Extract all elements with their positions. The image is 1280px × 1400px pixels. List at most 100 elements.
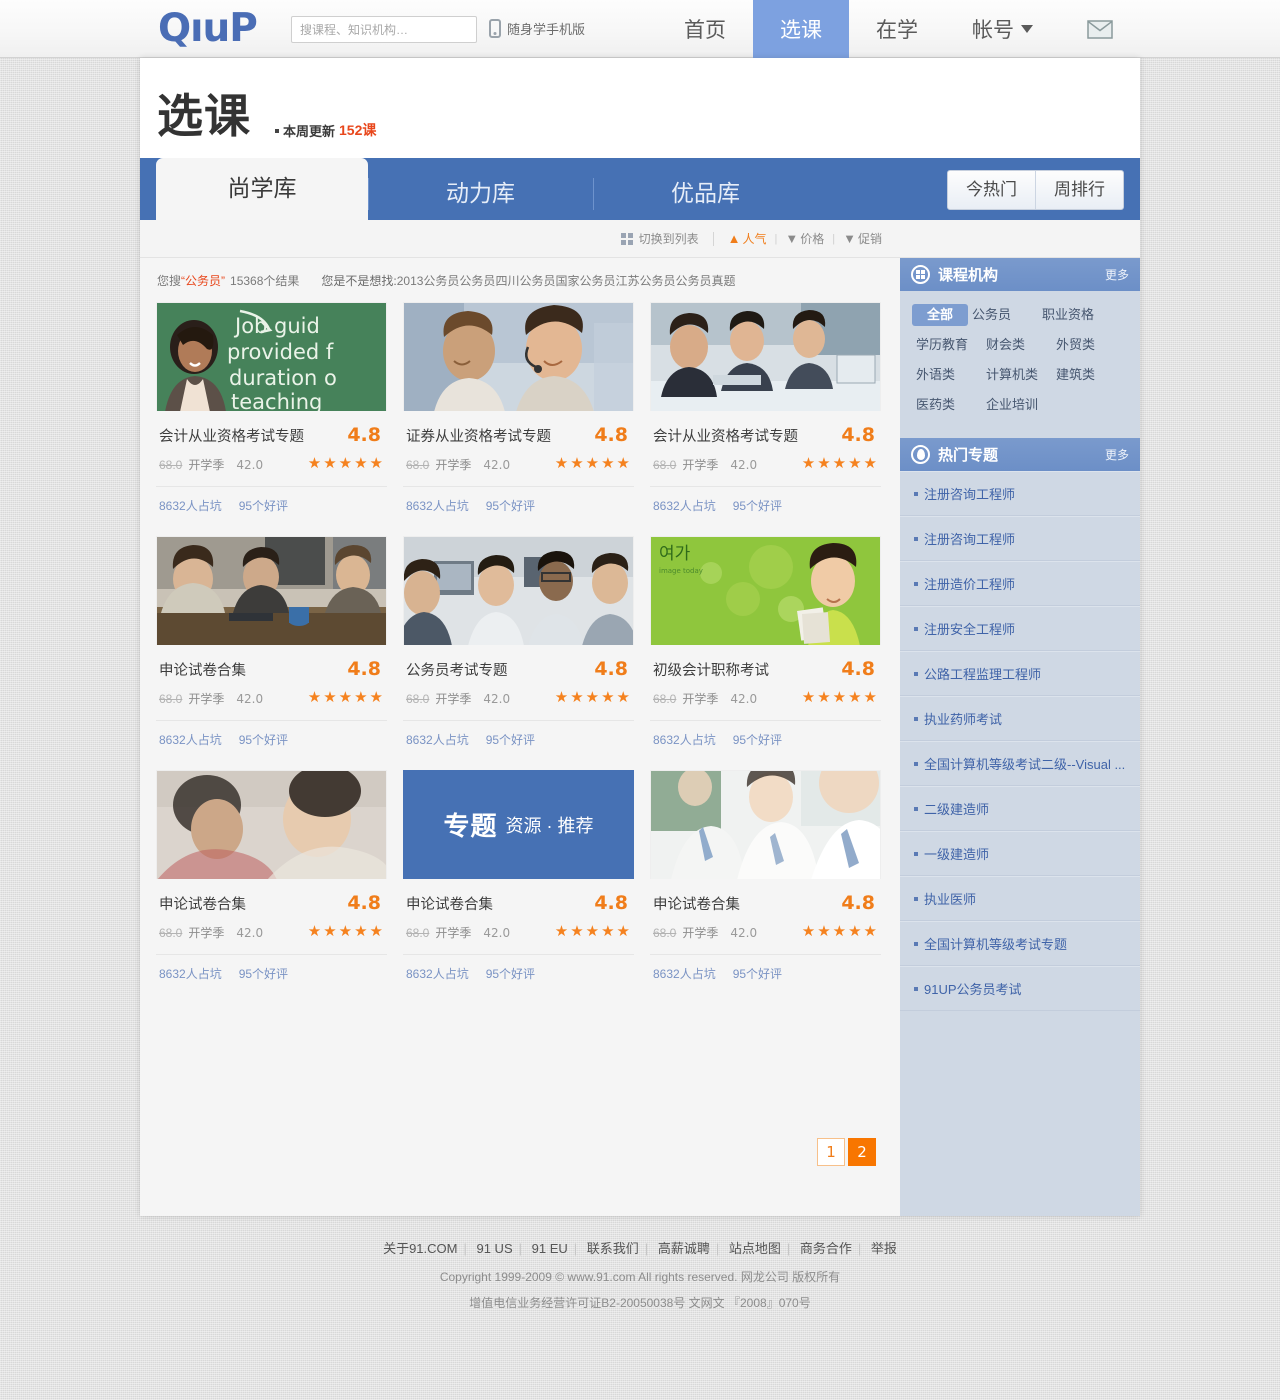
course-card[interactable]: 公务员考试专题 4.8 68.0 开学季 42.0 ★★★★★ 8632人占坑 … [403, 536, 634, 748]
sort-by-promotion[interactable]: ▼ 促销 [843, 230, 882, 247]
category-foreign-trade[interactable]: 外贸类 [1052, 334, 1122, 356]
course-review-count[interactable]: 95个好评 [486, 965, 535, 982]
course-thumbnail-office-computers[interactable] [650, 302, 881, 411]
category-medicine[interactable]: 医药类 [912, 394, 982, 416]
list-item[interactable]: 注册咨询工程师 [900, 471, 1140, 516]
tab-shangxueku[interactable]: 尚学库 [156, 158, 368, 220]
footer-link-business[interactable]: 商务合作 [800, 1241, 852, 1256]
promo-banner[interactable]: 专题 资源 · 推荐 [403, 770, 634, 879]
course-card[interactable]: 申论试卷合集 4.8 68.0 开学季 42.0 ★★★★★ 8632人占坑 9… [156, 536, 387, 748]
list-item[interactable]: 执业医师 [900, 876, 1140, 921]
course-title[interactable]: 初级会计职称考试 [653, 659, 769, 680]
category-civil-servant[interactable]: 公务员 [968, 304, 1038, 326]
course-review-count[interactable]: 95个好评 [239, 731, 288, 748]
course-enrolled-count[interactable]: 8632人占坑 [406, 731, 469, 748]
course-thumbnail-headset-students[interactable] [403, 302, 634, 411]
nav-item-account[interactable]: 帐号 [945, 0, 1060, 58]
course-title[interactable]: 证券从业资格考试专题 [406, 425, 551, 446]
suggestion-link-3[interactable]: 国家公务员 [555, 272, 615, 289]
course-title[interactable]: 公务员考试专题 [406, 659, 508, 680]
list-item[interactable]: 一级建造师 [900, 831, 1140, 876]
course-review-count[interactable]: 95个好评 [733, 497, 782, 514]
suggestion-link-1[interactable]: 2013公务员公务员 [397, 272, 496, 289]
category-vocational[interactable]: 职业资格 [1038, 304, 1108, 326]
course-review-count[interactable]: 95个好评 [486, 497, 535, 514]
category-all[interactable]: 全部 [912, 304, 968, 326]
list-item[interactable]: 全国计算机等级考试专题 [900, 921, 1140, 966]
site-logo[interactable]: QıuP [158, 9, 258, 48]
course-card[interactable]: 会计从业资格考试专题 4.8 68.0 开学季 42.0 ★★★★★ 8632人… [650, 302, 881, 514]
sort-by-price[interactable]: ▼ 价格 [785, 230, 824, 247]
list-item[interactable]: 注册安全工程师 [900, 606, 1140, 651]
list-item[interactable]: 注册造价工程师 [900, 561, 1140, 606]
hot-topics-more-link[interactable]: 更多 [1105, 446, 1129, 463]
list-item[interactable]: 注册咨询工程师 [900, 516, 1140, 561]
course-card[interactable]: 여가 image today 初级会计职称考试 4.8 68.0 开学季 42.… [650, 536, 881, 748]
course-title[interactable]: 会计从业资格考试专题 [159, 425, 304, 446]
tab-donglику[interactable]: 动力库 [368, 166, 593, 220]
course-enrolled-count[interactable]: 8632人占坑 [653, 731, 716, 748]
course-card[interactable]: 申论试卷合集 4.8 68.0 开学季 42.0 ★★★★★ 8632人占坑 9… [156, 770, 387, 982]
category-architecture[interactable]: 建筑类 [1052, 364, 1122, 386]
category-academic[interactable]: 学历教育 [912, 334, 982, 356]
course-review-count[interactable]: 95个好评 [733, 965, 782, 982]
course-review-count[interactable]: 95个好评 [239, 497, 288, 514]
course-review-count[interactable]: 95个好评 [733, 731, 782, 748]
footer-link-91eu[interactable]: 91 EU [532, 1241, 568, 1256]
course-org-more-link[interactable]: 更多 [1105, 266, 1129, 283]
course-thumbnail-students-uniform[interactable] [650, 770, 881, 879]
category-finance[interactable]: 财会类 [982, 334, 1052, 356]
course-review-count[interactable]: 95个好评 [239, 965, 288, 982]
rank-button-weekly[interactable]: 周排行 [1035, 171, 1123, 209]
list-item[interactable]: 公路工程监理工程师 [900, 651, 1140, 696]
category-enterprise-training[interactable]: 企业培训 [982, 394, 1052, 416]
switch-to-list-button[interactable]: 切换到列表 [620, 230, 699, 247]
suggestion-link-5[interactable]: 公务员真题 [675, 272, 735, 289]
footer-link-sitemap[interactable]: 站点地图 [729, 1241, 781, 1256]
course-enrolled-count[interactable]: 8632人占坑 [159, 497, 222, 514]
course-enrolled-count[interactable]: 8632人占坑 [406, 965, 469, 982]
nav-item-courses[interactable]: 选课 [753, 0, 849, 58]
category-computer[interactable]: 计算机类 [982, 364, 1052, 386]
course-thumbnail-blurred-study[interactable] [156, 770, 387, 879]
footer-link-about[interactable]: 关于91.COM [383, 1241, 457, 1256]
course-card[interactable]: Job guid provided f duration o teaching [156, 302, 387, 514]
sort-by-popularity[interactable]: ▲ 人气 [728, 230, 767, 247]
nav-item-learning[interactable]: 在学 [849, 0, 945, 58]
suggestion-link-2[interactable]: 四川公务员 [495, 272, 555, 289]
course-title[interactable]: 申论试卷合集 [159, 893, 246, 914]
list-item[interactable]: 执业药师考试 [900, 696, 1140, 741]
course-thumbnail-green-girl-books[interactable]: 여가 image today [650, 536, 881, 645]
list-item[interactable]: 二级建造师 [900, 786, 1140, 831]
course-enrolled-count[interactable]: 8632人占坑 [653, 497, 716, 514]
course-card[interactable]: 证券从业资格考试专题 4.8 68.0 开学季 42.0 ★★★★★ 8632人… [403, 302, 634, 514]
course-enrolled-count[interactable]: 8632人占坑 [159, 731, 222, 748]
nav-item-messages[interactable] [1060, 0, 1140, 58]
course-title[interactable]: 申论试卷合集 [159, 659, 246, 680]
course-enrolled-count[interactable]: 8632人占坑 [653, 965, 716, 982]
course-title[interactable]: 申论试卷合集 [653, 893, 740, 914]
nav-item-home[interactable]: 首页 [657, 0, 753, 58]
page-button-1[interactable]: 1 [817, 1138, 845, 1166]
course-enrolled-count[interactable]: 8632人占坑 [159, 965, 222, 982]
course-title[interactable]: 申论试卷合集 [406, 893, 493, 914]
course-card[interactable]: 申论试卷合集 4.8 68.0 开学季 42.0 ★★★★★ 8632人占坑 9… [650, 770, 881, 982]
footer-link-91us[interactable]: 91 US [476, 1241, 512, 1256]
course-review-count[interactable]: 95个好评 [486, 731, 535, 748]
tab-youpinku[interactable]: 优品库 [593, 166, 818, 220]
footer-link-contact[interactable]: 联系我们 [587, 1241, 639, 1256]
suggestion-link-4[interactable]: 江苏公务员 [615, 272, 675, 289]
course-thumbnail-classroom-monitors[interactable] [403, 536, 634, 645]
list-item[interactable]: 全国计算机等级考试二级--Visual ... [900, 741, 1140, 786]
footer-link-jobs[interactable]: 高薪诚聘 [658, 1241, 710, 1256]
course-card[interactable]: 专题 资源 · 推荐 申论试卷合集 4.8 68.0 开学季 42.0 ★★★★… [403, 770, 634, 982]
search-input[interactable] [291, 16, 477, 43]
category-language[interactable]: 外语类 [912, 364, 982, 386]
course-thumbnail-meeting-table[interactable] [156, 536, 387, 645]
course-title[interactable]: 会计从业资格考试专题 [653, 425, 798, 446]
list-item[interactable]: 91UP公务员考试 [900, 966, 1140, 1011]
page-button-2-current[interactable]: 2 [848, 1138, 876, 1166]
footer-link-report[interactable]: 举报 [871, 1241, 897, 1256]
rank-button-hot-today[interactable]: 今热门 [948, 171, 1035, 209]
mobile-version-link[interactable]: 随身学手机版 [489, 19, 585, 38]
